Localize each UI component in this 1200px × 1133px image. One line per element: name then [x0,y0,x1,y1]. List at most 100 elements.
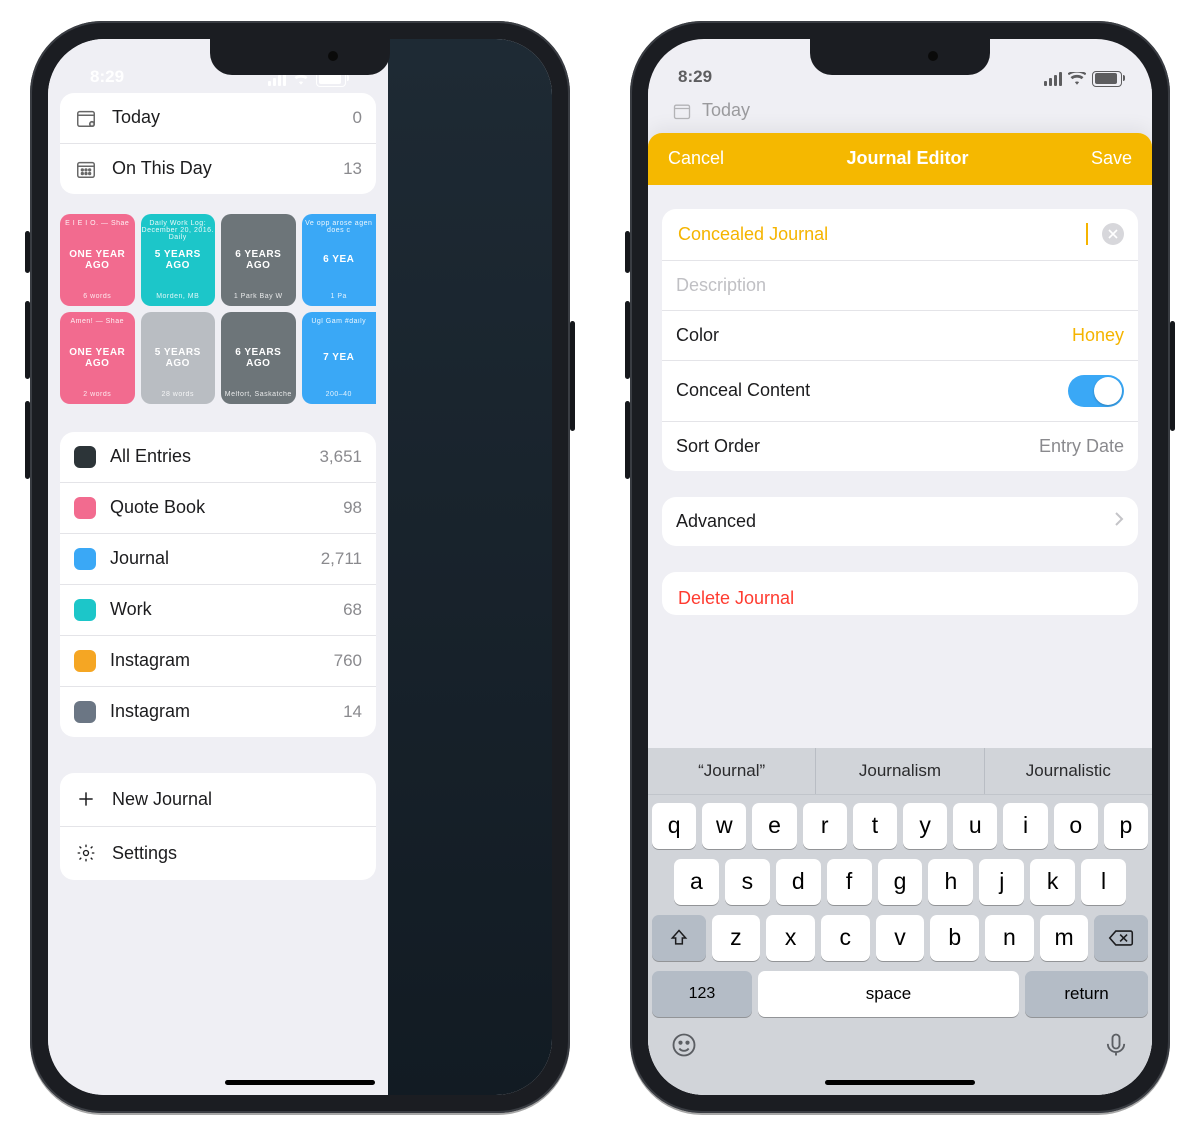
key-i[interactable]: i [1003,803,1047,849]
delete-key[interactable] [1094,915,1148,961]
memory-tile[interactable]: Ve opp arose agen does c6 YEA1 Pa [302,214,377,306]
key-s[interactable]: s [725,859,770,905]
memory-age: 6 YEARS AGO [225,347,292,369]
journal-row[interactable]: Instagram14 [60,686,376,737]
journal-row[interactable]: Journal 2,711 [60,533,376,584]
memory-tile[interactable]: E I E I O. — ShaeONE YEAR AGO6 words [60,214,135,306]
editor-header: Cancel Journal Editor Save [648,133,1152,185]
journal-fields-card: Description Color Honey Conceal Content … [662,209,1138,471]
memory-meta: E I E I O. — Shae [60,220,135,227]
key-d[interactable]: d [776,859,821,905]
memory-tile[interactable]: Daily Work Log: December 20, 2016. Daily… [141,214,216,306]
notch [810,39,990,75]
status-time: 8:29 [678,67,712,87]
advanced-row[interactable]: Advanced [662,497,1138,546]
key-p[interactable]: p [1104,803,1148,849]
suggestion-1[interactable]: “Journal” [648,748,815,794]
today-row[interactable]: Today 0 [60,93,376,143]
key-l[interactable]: l [1081,859,1126,905]
key-k[interactable]: k [1030,859,1075,905]
volume-up-button [625,301,630,379]
key-t[interactable]: t [853,803,897,849]
left-phone-frame: 8:29 Today 0 [30,21,570,1113]
key-g[interactable]: g [878,859,923,905]
memory-tile[interactable]: Amen! — ShaeONE YEAR AGO2 words [60,312,135,404]
journal-count: 3,651 [319,447,362,467]
key-y[interactable]: y [903,803,947,849]
journal-row[interactable]: All Entries 3,651 [60,432,376,482]
memory-age: 7 YEA [323,352,354,363]
editor-title: Journal Editor [846,148,968,169]
cancel-button[interactable]: Cancel [668,148,724,169]
return-key[interactable]: return [1025,971,1148,1017]
sort-order-row[interactable]: Sort Order Entry Date [662,421,1138,471]
key-m[interactable]: m [1040,915,1089,961]
delete-card: Delete Journal [662,572,1138,615]
description-field[interactable]: Description [662,260,1138,310]
numbers-key[interactable]: 123 [652,971,752,1017]
journal-name-input[interactable] [676,223,1070,246]
key-f[interactable]: f [827,859,872,905]
on-this-day-row[interactable]: On This Day 13 [60,143,376,194]
cellular-signal-icon [1044,72,1062,86]
key-a[interactable]: a [674,859,719,905]
memory-sub: 2 words [60,391,135,398]
settings-button[interactable]: Settings [60,826,376,880]
key-o[interactable]: o [1054,803,1098,849]
home-indicator[interactable] [825,1080,975,1085]
memory-tile[interactable]: 5 YEARS AGO28 words [141,312,216,404]
key-r[interactable]: r [803,803,847,849]
journal-row[interactable]: Quote Book98 [60,482,376,533]
key-z[interactable]: z [712,915,761,961]
conceal-label: Conceal Content [676,380,1054,401]
memory-age: 5 YEARS AGO [145,249,212,271]
delete-journal-button[interactable]: Delete Journal [662,572,1138,615]
key-h[interactable]: h [928,859,973,905]
key-x[interactable]: x [766,915,815,961]
journal-name: Journal [110,548,307,569]
journal-count: 14 [343,702,362,722]
key-w[interactable]: w [702,803,746,849]
space-key[interactable]: space [758,971,1019,1017]
plus-icon [74,789,98,809]
volume-down-button [25,401,30,479]
key-e[interactable]: e [752,803,796,849]
save-button[interactable]: Save [1091,148,1132,169]
clear-text-button[interactable] [1102,223,1124,245]
dictation-key[interactable] [1102,1031,1130,1059]
suggestion-2[interactable]: Journalism [815,748,983,794]
key-v[interactable]: v [876,915,925,961]
key-c[interactable]: c [821,915,870,961]
journal-count: 2,711 [321,549,362,569]
conceal-toggle[interactable] [1068,375,1124,407]
journal-row[interactable]: Instagram760 [60,635,376,686]
key-u[interactable]: u [953,803,997,849]
conceal-row[interactable]: Conceal Content [662,360,1138,421]
key-n[interactable]: n [985,915,1034,961]
chevron-right-icon [1114,511,1124,532]
home-indicator[interactable] [225,1080,375,1085]
memory-sub: Melfort, Saskatche [221,391,296,398]
color-label: Color [676,325,1058,346]
new-journal-button[interactable]: New Journal [60,773,376,826]
journal-count: 98 [343,498,362,518]
journal-name: All Entries [110,446,305,467]
memory-age: ONE YEAR AGO [64,249,131,271]
wifi-icon [1068,72,1086,86]
memory-tile[interactable]: Ugl Gam #daily7 YEA200–40 [302,312,377,404]
memories-grid[interactable]: E I E I O. — ShaeONE YEAR AGO6 wordsDail… [60,214,376,404]
memory-meta: Ugl Gam #daily [302,318,377,325]
suggestion-3[interactable]: Journalistic [984,748,1152,794]
background-dim[interactable] [388,39,552,1095]
emoji-key[interactable] [670,1031,698,1059]
journal-row[interactable]: Work68 [60,584,376,635]
memory-tile[interactable]: 6 YEARS AGO Melfort, Saskatche [221,312,296,404]
journal-name-field[interactable] [662,209,1138,260]
key-q[interactable]: q [652,803,696,849]
key-j[interactable]: j [979,859,1024,905]
color-row[interactable]: Color Honey [662,310,1138,360]
key-b[interactable]: b [930,915,979,961]
calendar-dim-icon [672,101,692,121]
memory-tile[interactable]: 6 YEARS AGO1 Park Bay W [221,214,296,306]
shift-key[interactable] [652,915,706,961]
